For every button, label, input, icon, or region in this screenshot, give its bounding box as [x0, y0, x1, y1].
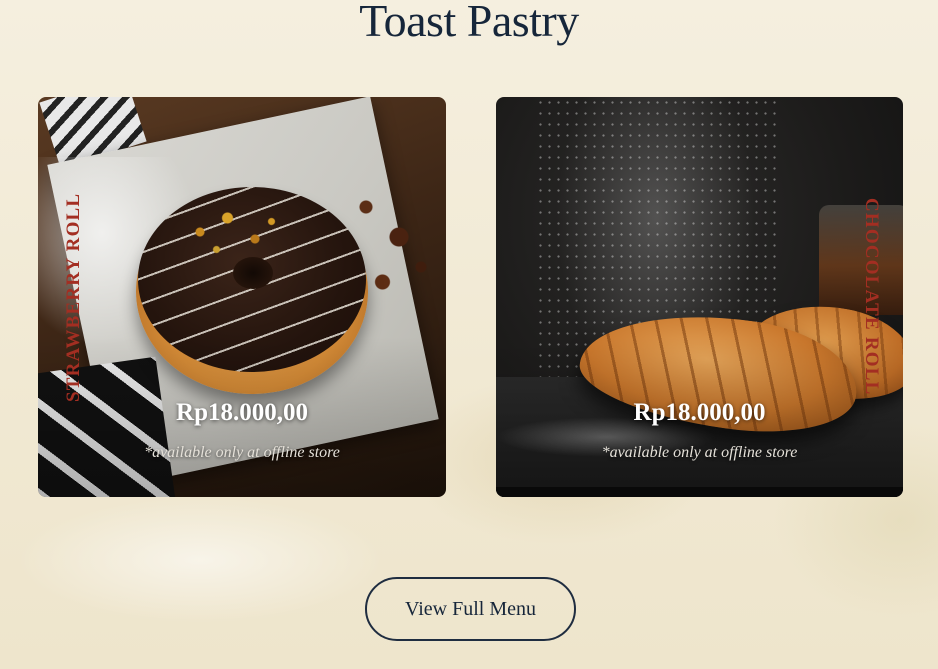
product-name: CHOCOLATE ROLL: [861, 198, 882, 396]
view-full-menu-button[interactable]: View Full Menu: [365, 577, 576, 641]
product-price: Rp18.000,00: [633, 399, 766, 426]
product-card-strawberry-roll[interactable]: STRAWBERRY ROLL Rp18.000,00 *available o…: [38, 97, 446, 497]
availability-note: *available only at offline store: [144, 444, 340, 461]
product-price: Rp18.000,00: [176, 399, 308, 426]
product-name: STRAWBERRY ROLL: [63, 192, 84, 402]
section-title: Toast Pastry: [359, 0, 579, 46]
availability-note: *available only at offline store: [601, 444, 798, 461]
product-card-chocolate-roll[interactable]: CHOCOLATE ROLL Rp18.000,00 *available on…: [496, 97, 903, 497]
